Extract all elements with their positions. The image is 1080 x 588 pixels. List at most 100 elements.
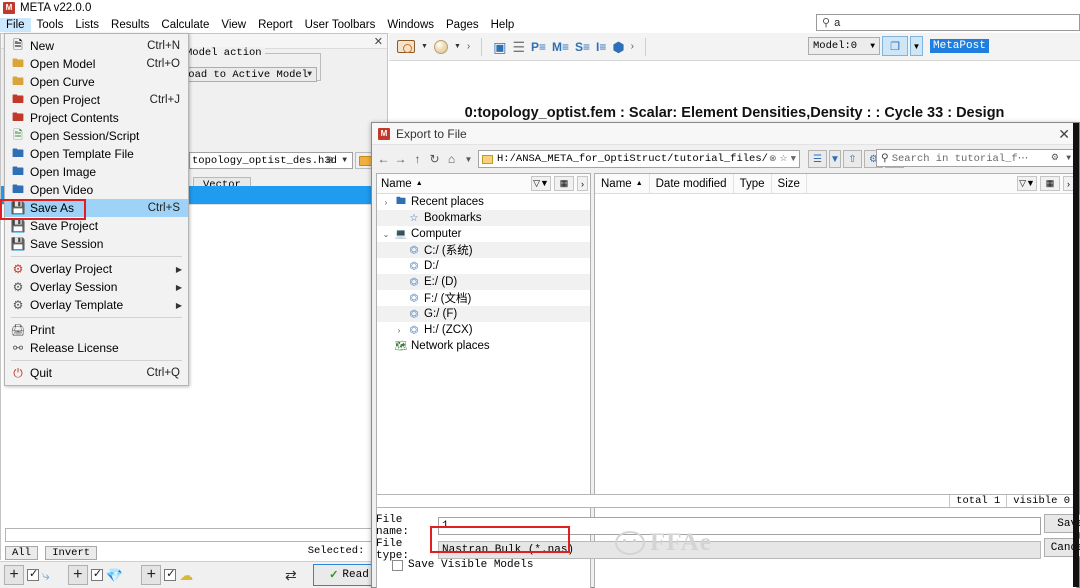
menu-help[interactable]: Help (485, 18, 521, 32)
dialog-search-input[interactable]: ⚲ Search in tutorial_f⋯ ⚙ ▼ (876, 149, 1076, 167)
up-icon[interactable]: ↑ (410, 152, 425, 166)
plot-icon[interactable]: ☁ (179, 567, 193, 584)
menu-item-overlay-project[interactable]: ⚙ Overlay Project ▶ (5, 260, 188, 278)
layout-icon[interactable]: ▣ (493, 40, 506, 54)
menu-windows[interactable]: Windows (381, 18, 440, 32)
add-model-button[interactable]: + (67, 565, 88, 585)
column-date-modified[interactable]: Date modified (650, 174, 734, 193)
tree-item-drive-f[interactable]: ⏣ F:/ (文档) (377, 290, 590, 306)
h3d-file-field[interactable]: topology_optist_des.h3d ⊗ ▼ (189, 152, 353, 169)
material-list-icon[interactable]: M≡ (552, 40, 569, 54)
menu-item-new[interactable]: 🗎 New Ctrl+N (5, 37, 188, 55)
menu-lists[interactable]: Lists (69, 18, 105, 32)
dialog-scrollbar[interactable] (1073, 123, 1079, 587)
column-type[interactable]: Type (734, 174, 772, 193)
menu-item-save-session[interactable]: 💾 Save Session (5, 235, 188, 253)
tree-item-network-places[interactable]: 🗺 Network places (377, 338, 590, 354)
add-curve-button[interactable]: + (4, 565, 24, 585)
filter-icon[interactable]: ▽▼ (1017, 176, 1037, 191)
menu-item-open-video[interactable]: 🖿 Open Video (5, 181, 188, 199)
list-view-icon[interactable]: ☰ (808, 150, 827, 168)
tree-item-drive-g[interactable]: ⏣ G:/ (F) (377, 306, 590, 322)
menu-view[interactable]: View (215, 18, 252, 32)
menu-item-open-session-script[interactable]: 🗎 Open Session/Script (5, 127, 188, 145)
menu-item-project-contents[interactable]: 🖿 Project Contents (5, 109, 188, 127)
menu-item-overlay-session[interactable]: ⚙ Overlay Session ▶ (5, 278, 188, 296)
expander-icon[interactable]: › (394, 326, 404, 335)
camera-icon[interactable] (397, 40, 415, 53)
settings-icon[interactable]: ⚙ (1051, 153, 1059, 163)
chevron-right-icon[interactable]: › (631, 41, 634, 52)
tree-item-drive-d[interactable]: ⏣ D:/ (377, 258, 590, 274)
chevron-right-icon[interactable]: › (577, 176, 588, 191)
model-action-combo[interactable]: Load to Active Model ▼ (177, 67, 317, 82)
chevron-down-icon[interactable]: ▼ (1066, 154, 1071, 163)
cube-color-icon[interactable]: 💎 (106, 567, 123, 584)
menu-item-release-license[interactable]: ⚯ Release License (5, 339, 188, 357)
tree-item-computer[interactable]: ⌄ 💻 Computer (377, 226, 590, 242)
invert-button[interactable]: Invert (45, 546, 98, 560)
menu-tools[interactable]: Tools (31, 18, 70, 32)
menu-results[interactable]: Results (105, 18, 155, 32)
window-stack-button[interactable]: ❐ (882, 36, 908, 56)
menu-item-open-image[interactable]: 🖿 Open Image (5, 163, 188, 181)
save-visible-models-row[interactable]: Save Visible Models (392, 559, 533, 571)
menu-calculate[interactable]: Calculate (155, 18, 215, 32)
swap-icon[interactable]: ⇄ (285, 567, 297, 584)
plot-visibility-checkbox[interactable] (164, 567, 177, 581)
chevron-down-icon[interactable]: ▼ (454, 43, 461, 50)
metapost-session-label[interactable]: MetaPost (930, 39, 989, 53)
chevron-down-icon[interactable]: ▼ (791, 154, 796, 164)
expander-icon[interactable]: ⌄ (381, 230, 391, 239)
back-icon[interactable]: ← (376, 152, 391, 166)
chevron-down-icon[interactable]: ▼ (461, 155, 476, 164)
sphere-icon[interactable] (433, 39, 448, 54)
menu-pages[interactable]: Pages (440, 18, 485, 32)
tree-item-bookmarks[interactable]: ☆ Bookmarks (377, 210, 590, 226)
tree-item-drive-c[interactable]: ⏣ C:/ (系统) (377, 242, 590, 258)
columns-icon[interactable]: ▦ (554, 176, 574, 191)
include-list-icon[interactable]: I≡ (596, 40, 606, 54)
curve-icon[interactable]: ⤷ (42, 567, 50, 584)
menu-item-overlay-template[interactable]: ⚙ Overlay Template ▶ (5, 296, 188, 314)
filter-icon[interactable]: ▽▼ (531, 176, 551, 191)
columns-icon[interactable]: ▦ (1040, 176, 1060, 191)
menu-item-print[interactable]: 🖨 Print (5, 321, 188, 339)
global-search-input[interactable]: ⚲ a (816, 14, 1080, 31)
close-icon[interactable]: ✕ (374, 35, 383, 48)
forward-icon[interactable]: → (393, 152, 408, 166)
sort-ascending-icon[interactable]: ▲ (416, 180, 423, 187)
chevron-down-icon[interactable]: ▼ (342, 156, 347, 165)
new-folder-icon[interactable]: ⇧ (843, 150, 862, 168)
clear-icon[interactable]: ⊗ (769, 154, 777, 164)
tree-item-drive-h[interactable]: › ⏣ H:/ (ZCX) (377, 322, 590, 338)
column-size[interactable]: Size (772, 174, 807, 193)
menu-item-open-model[interactable]: 🖿 Open Model Ctrl+O (5, 55, 188, 73)
tree-item-recent-places[interactable]: › 🖿 Recent places (377, 194, 590, 210)
set-list-icon[interactable]: S≡ (575, 40, 590, 54)
menu-item-open-template-file[interactable]: 🖿 Open Template File (5, 145, 188, 163)
curve-visibility-checkbox[interactable] (27, 567, 39, 581)
path-input[interactable]: H:/ANSA_META_for_OptiStruct/tutorial_fil… (478, 150, 800, 168)
chevron-down-icon[interactable]: ▼ (829, 150, 841, 168)
star-icon[interactable]: ☆ (780, 154, 788, 164)
chevron-right-icon[interactable]: › (467, 41, 470, 52)
database-icon[interactable]: ☰ (512, 40, 525, 54)
menu-item-open-curve[interactable]: 🖿 Open Curve (5, 73, 188, 91)
menu-item-open-project[interactable]: 🖿 Open Project Ctrl+J (5, 91, 188, 109)
menu-item-quit[interactable]: ⏻ Quit Ctrl+Q (5, 364, 188, 382)
expander-icon[interactable]: › (381, 198, 391, 207)
menu-user-toolbars[interactable]: User Toolbars (299, 18, 382, 32)
tree-item-drive-e[interactable]: ⏣ E:/ (D) (377, 274, 590, 290)
clear-icon[interactable]: ⊗ (326, 155, 334, 167)
save-visible-models-checkbox[interactable] (392, 559, 403, 571)
all-button[interactable]: All (5, 546, 38, 560)
menu-report[interactable]: Report (252, 18, 299, 32)
refresh-icon[interactable]: ↻ (427, 152, 442, 166)
home-icon[interactable]: ⌂ (444, 152, 459, 166)
add-plot-button[interactable]: + (141, 565, 162, 585)
chevron-down-icon[interactable]: ▼ (421, 43, 428, 50)
menu-file[interactable]: File (0, 18, 31, 32)
left-panel-input-strip[interactable] (5, 528, 383, 542)
stack-dropdown-button[interactable]: ▼ (910, 36, 923, 56)
